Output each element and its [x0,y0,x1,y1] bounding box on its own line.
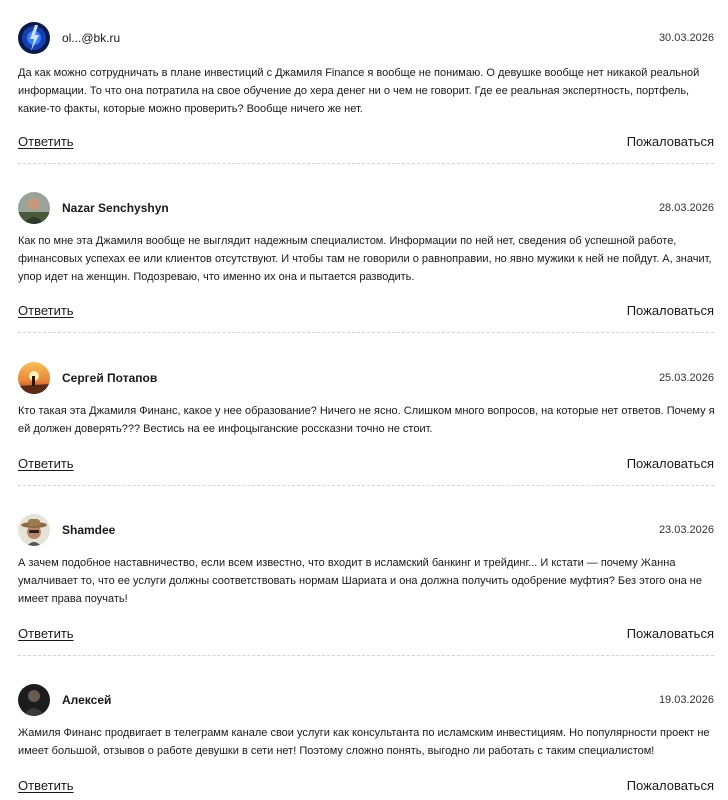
report-link[interactable]: Пожаловаться [627,303,714,318]
comment-author: ol...@bk.ru [62,31,121,45]
comment-header: Сергей Потапов 25.03.2026 [18,362,714,394]
comment-actions: Ответить Пожаловаться [18,778,714,796]
comment-author: Алексей [62,693,112,707]
comment-date: 28.03.2026 [658,202,714,214]
comment-actions: Ответить Пожаловаться [18,134,714,152]
reply-link[interactable]: Ответить [18,626,74,641]
comment-text: Как по мне эта Джамиля вообще не выгляди… [18,235,712,283]
user-photo-avatar-icon [18,192,50,224]
comment-divider [18,163,714,164]
comment-header: Shamdee 23.03.2026 [18,514,714,546]
reply-link[interactable]: Ответить [18,456,74,471]
comment-text: Да как можно сотрудничать в плане инвест… [18,67,700,115]
comment-header: ol...@bk.ru 30.03.2026 [18,22,714,54]
comment-author: Nazar Senchyshyn [62,201,169,215]
report-link[interactable]: Пожаловаться [627,456,714,471]
reply-link[interactable]: Ответить [18,778,74,793]
comment-date: 23.03.2026 [658,524,714,536]
report-link[interactable]: Пожаловаться [627,626,714,641]
comment-text: А зачем подобное наставничество, если вс… [18,557,703,605]
report-link[interactable]: Пожаловаться [627,134,714,149]
comment-date: 30.03.2026 [658,32,714,44]
comment-author: Shamdee [62,523,116,537]
comment-divider [18,332,714,333]
dark-portrait-avatar-icon [18,684,50,716]
blue-lightning-avatar-icon [18,22,50,54]
comment-divider [18,655,714,656]
comment-actions: Ответить Пожаловаться [18,456,714,474]
comment-date: 25.03.2026 [658,372,714,384]
sunset-avatar-icon [18,362,50,394]
comment-header: Алексей 19.03.2026 [18,684,714,716]
cowboy-hat-avatar-icon [18,514,50,546]
comment-divider [18,485,714,486]
reply-link[interactable]: Ответить [18,303,74,318]
comment-date: 19.03.2026 [658,694,714,706]
comment-text: Жамиля Финанс продвигает в телеграмм кан… [18,727,710,757]
comment-actions: Ответить Пожаловаться [18,303,714,321]
comment-actions: Ответить Пожаловаться [18,626,714,644]
comment-header: Nazar Senchyshyn 28.03.2026 [18,192,714,224]
comment-text: Кто такая эта Джамиля Финанс, какое у не… [18,405,715,435]
comment-author: Сергей Потапов [62,371,158,385]
report-link[interactable]: Пожаловаться [627,778,714,793]
reply-link[interactable]: Ответить [18,134,74,149]
comments-list: ol...@bk.ru 30.03.2026 Да как можно сотр… [0,0,728,800]
